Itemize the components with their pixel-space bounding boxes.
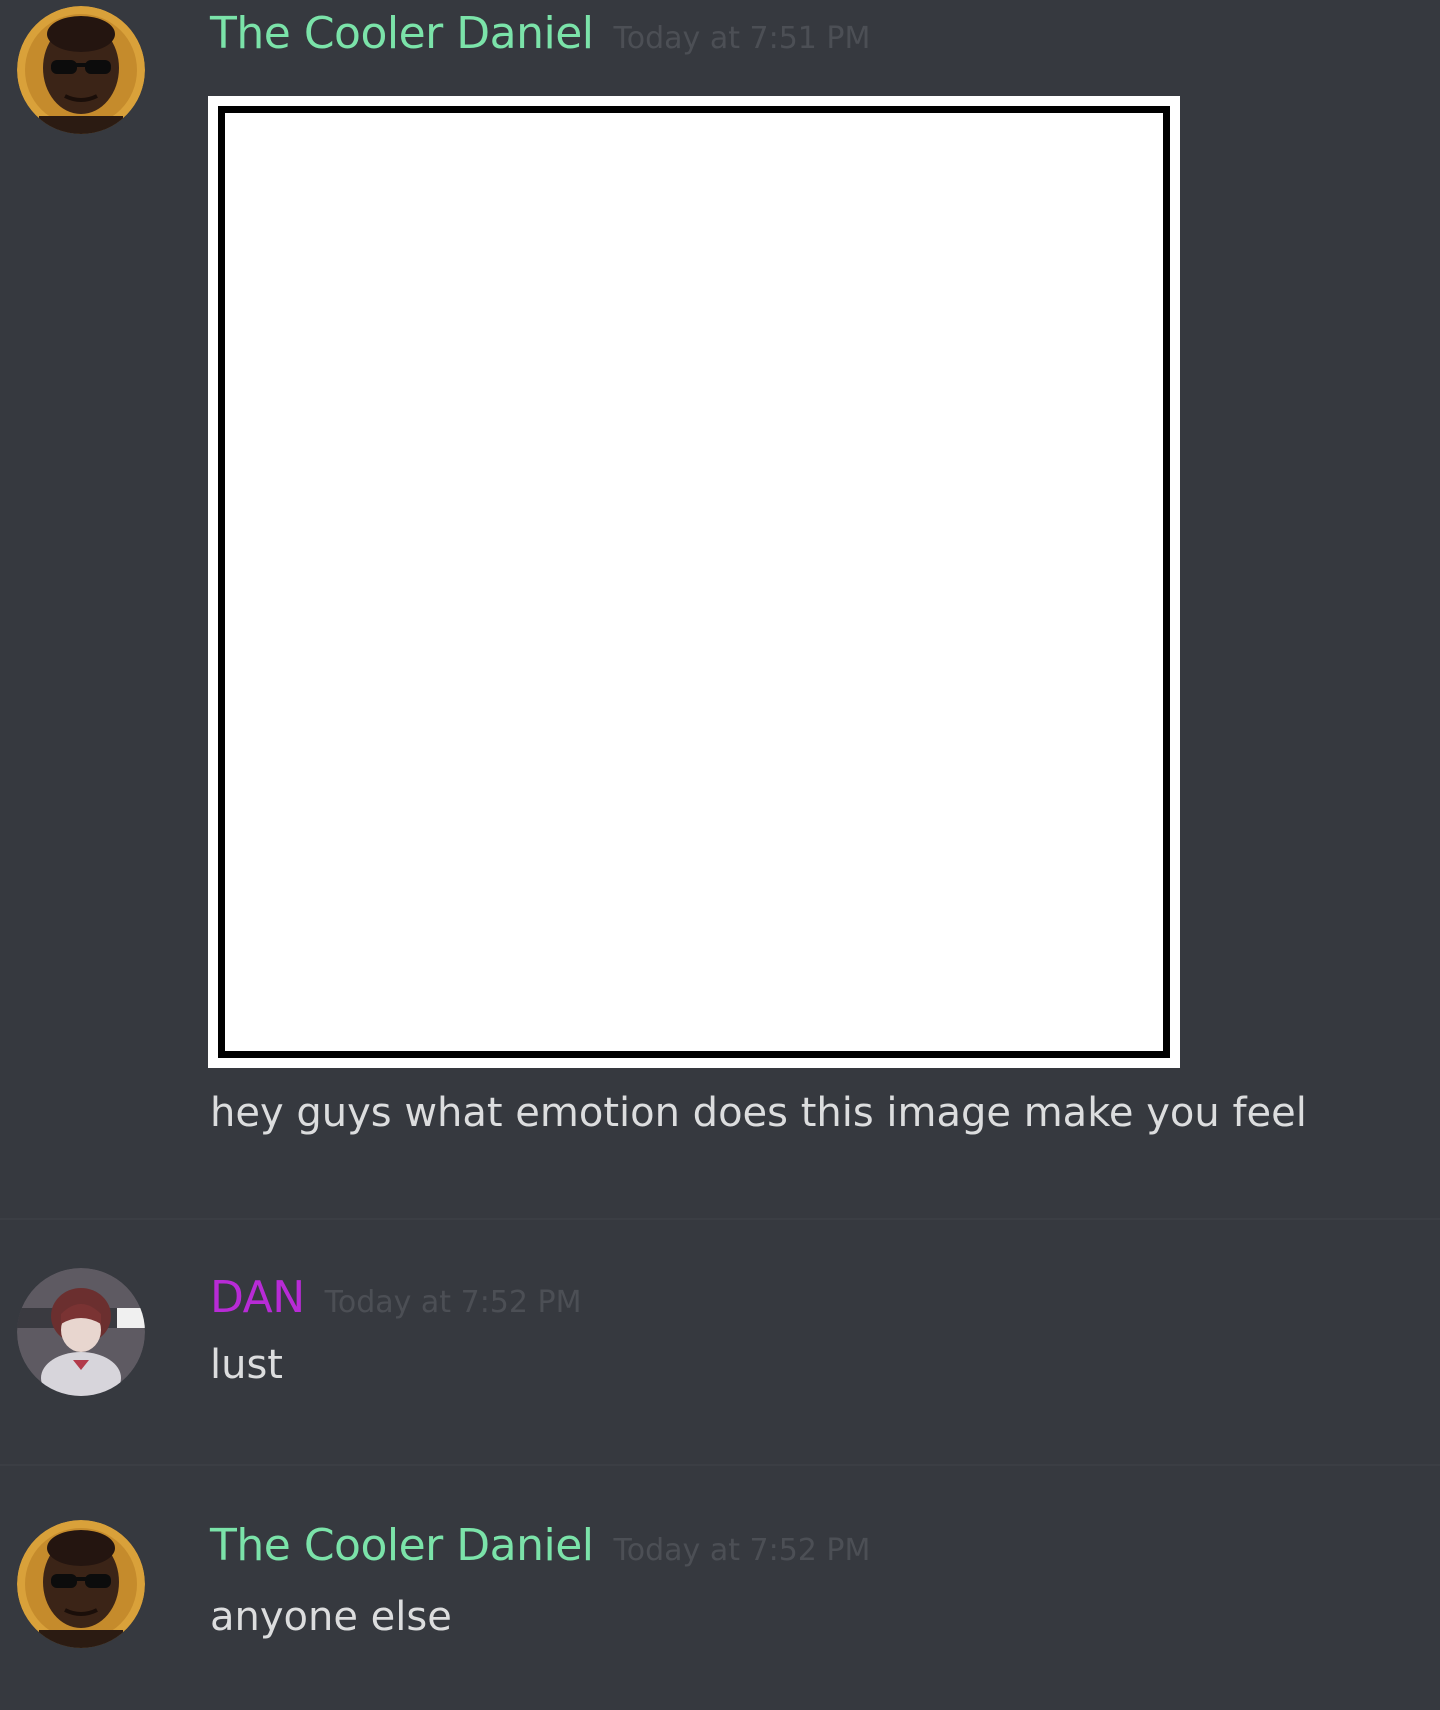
message-header: DAN Today at 7:52 PM — [210, 1272, 582, 1323]
message-header: The Cooler Daniel Today at 7:51 PM — [210, 8, 870, 59]
message-text: anyone else — [210, 1594, 452, 1640]
timestamp[interactable]: Today at 7:52 PM — [325, 1285, 582, 1320]
chat-message-list: The Cooler Daniel Today at 7:51 PM hey gu… — [0, 0, 1440, 1710]
timestamp[interactable]: Today at 7:52 PM — [614, 1533, 871, 1568]
username[interactable]: DAN — [210, 1272, 305, 1323]
message-text: hey guys what emotion does this image ma… — [210, 1090, 1307, 1136]
user-avatar-anime-icon[interactable] — [17, 1268, 145, 1396]
timestamp[interactable]: Today at 7:51 PM — [614, 21, 871, 56]
message-header: The Cooler Daniel Today at 7:52 PM — [210, 1520, 870, 1571]
message-divider — [0, 1218, 1440, 1220]
user-avatar-sunglasses-icon[interactable] — [17, 1520, 145, 1648]
user-avatar-sunglasses-icon[interactable] — [17, 6, 145, 134]
username[interactable]: The Cooler Daniel — [210, 8, 594, 59]
image-attachment[interactable] — [208, 96, 1180, 1068]
image-attachment-frame — [218, 106, 1170, 1058]
message-text: lust — [210, 1342, 283, 1388]
username[interactable]: The Cooler Daniel — [210, 1520, 594, 1571]
message-divider — [0, 1464, 1440, 1466]
